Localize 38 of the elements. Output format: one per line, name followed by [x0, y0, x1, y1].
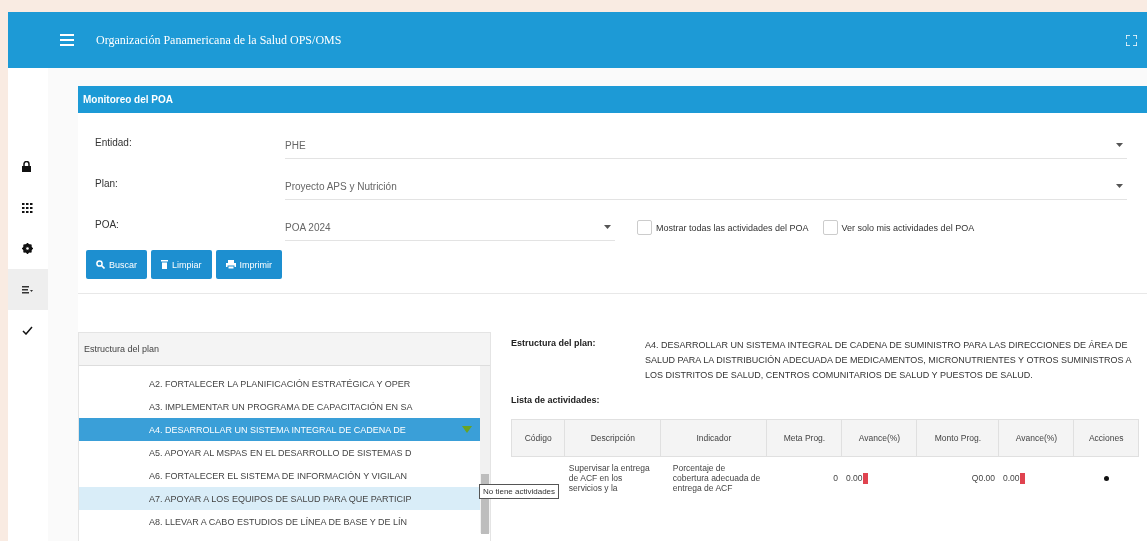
tree-item[interactable]: A6. FORTALECER EL SISTEMA DE INFORMACIÓN Y VIGILAN: [79, 464, 480, 487]
tooltip: No tiene actividades: [479, 484, 560, 499]
column-header: Código: [511, 419, 565, 457]
column-header: Descripción: [564, 419, 661, 457]
column-header: Indicador: [660, 419, 767, 457]
column-header: Meta Prog.: [766, 419, 842, 457]
checkbox-label: Ver solo mis actividades del POA: [841, 222, 975, 233]
percent-value: 0.00: [845, 473, 863, 483]
table-cell: Porcentaje de cobertura adecuada de entrega de ACF: [660, 456, 767, 499]
structure-text: A4. DESARROLLAR UN SISTEMA INTEGRAL DE CADENA DE SUMINISTRO PARA LAS DIRECCIONES DE ÁREA DE SALUD PARA LA DISTRIBUCIÓN ADECUADA DE MEDICAMENTOS, MICRONUTRIENTES Y OTROS SUMINISTROS A LOS DISTRITOS DE SALUD, CENTROS COMUNITARIOS DE SALUD Y PUESTOS DE SALUD.: [645, 339, 1133, 382]
select-field[interactable]: POA 2024: [285, 214, 615, 241]
column-header: Estructura del plan: [84, 344, 160, 354]
print-button[interactable]: Imprimir: [215, 250, 283, 279]
column-header: Avance(%): [999, 419, 1074, 457]
field-label: Plan:: [95, 177, 119, 189]
column-header: Avance(%): [841, 419, 917, 457]
tree-item[interactable]: A5. APOYAR AL MSPAS EN EL DESARROLLO DE SISTEMAS D: [79, 441, 480, 464]
field-label: POA:: [95, 218, 120, 230]
select-field[interactable]: Proyecto APS y Nutrición: [285, 173, 1127, 200]
tree-item[interactable]: A3. IMPLEMENTAR UN PROGRAMA DE CAPACITACIÓN EN SA: [79, 395, 480, 418]
table-cell: Supervisar la entrega de ACF en los servicios y la: [564, 456, 661, 499]
checkbox-label: Mostrar todas las actividades del POA: [656, 222, 809, 233]
tree-item[interactable]: A7. APOYAR A LOS EQUIPOS DE SALUD PARA QUE PARTICIP: [79, 487, 480, 510]
tree-item[interactable]: A2. FORTALECER LA PLANIFICACIÓN ESTRATÉGICA Y OPER: [79, 372, 480, 395]
card-title: Monitoreo del POA: [83, 94, 173, 105]
column-header: Monto Prog.: [916, 419, 999, 457]
app-title: Organización Panamericana de la Salud OPS/OMS: [96, 32, 342, 48]
column-header: Acciones: [1073, 419, 1139, 457]
table-cell: 0: [766, 456, 842, 499]
structure-label: Estructura del plan:: [511, 338, 597, 350]
select-field[interactable]: PHE: [285, 132, 1127, 159]
field-label: Entidad:: [95, 136, 133, 148]
tree-item[interactable]: A8. LLEVAR A CABO ESTUDIOS DE LÍNEA DE BASE Y DE LÍN: [79, 510, 480, 533]
activities-label: Lista de actividades:: [511, 395, 601, 405]
table-cell: Q0.00: [916, 456, 999, 499]
clear-button[interactable]: Limpiar: [151, 250, 212, 279]
percent-value: 0.00: [1003, 473, 1020, 483]
search-button[interactable]: Buscar: [86, 250, 147, 279]
